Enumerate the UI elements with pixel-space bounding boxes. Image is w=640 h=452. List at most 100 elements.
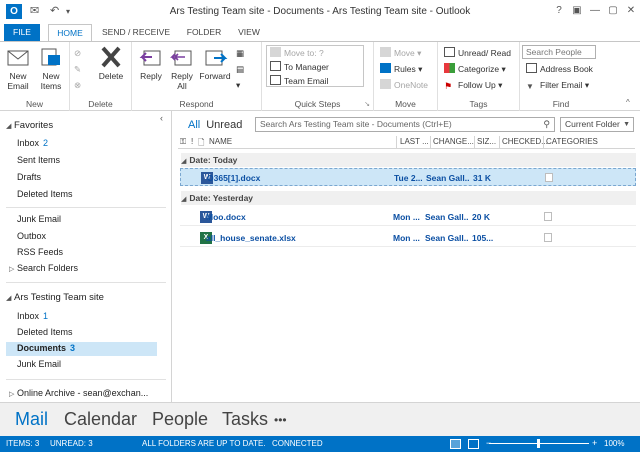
- group-label-quick-steps: Quick Steps: [294, 99, 341, 109]
- move-button[interactable]: Move ▾: [380, 46, 421, 60]
- table-row[interactable]: W Moo.docx Mon ... Sean Gall... 20 K: [180, 208, 636, 226]
- more-respond-icon[interactable]: ▾: [236, 78, 240, 92]
- column-icon-attachment[interactable]: 🗋: [198, 137, 204, 151]
- ignore-icon[interactable]: ⊘: [74, 46, 81, 60]
- new-email-button[interactable]: New Email: [3, 45, 33, 91]
- zoom-out-icon[interactable]: −: [486, 435, 491, 451]
- nav-site-junk-email[interactable]: Junk Email: [17, 357, 61, 372]
- nav-fav-drafts[interactable]: Drafts: [17, 170, 41, 185]
- group-header-today[interactable]: ◢ Date: Today: [181, 153, 636, 167]
- column-divider[interactable]: [430, 136, 431, 148]
- collapsed-triangle-icon: ▷: [9, 266, 15, 273]
- collapse-pane-icon[interactable]: ‹: [160, 113, 163, 123]
- search-icon[interactable]: ⚲: [543, 118, 550, 131]
- clean-up-icon[interactable]: ✎: [74, 62, 81, 76]
- delete-button[interactable]: Delete: [94, 45, 128, 81]
- nav-online-archive[interactable]: ▷ Online Archive - sean@exchan...: [9, 386, 148, 401]
- nav-search-folders[interactable]: ▷ Search Folders: [9, 261, 78, 276]
- maximize-button[interactable]: ▢: [604, 3, 622, 19]
- reply-all-button[interactable]: Reply All: [168, 45, 196, 91]
- reading-view-icon[interactable]: [468, 439, 479, 449]
- nav-divider: [6, 207, 166, 208]
- site-header[interactable]: ◢ Ars Testing Team site: [6, 290, 104, 305]
- forward-button[interactable]: Forward: [198, 45, 232, 81]
- table-row[interactable]: W O365[1].docx Tue 2... Sean Gall... 31 …: [180, 168, 636, 186]
- column-divider[interactable]: [543, 136, 544, 148]
- address-book-button[interactable]: Address Book: [526, 62, 593, 76]
- im-icon[interactable]: ▤: [236, 62, 244, 76]
- nav-fav-inbox[interactable]: Inbox 2: [17, 136, 48, 151]
- meeting-icon[interactable]: ▦: [236, 46, 244, 60]
- column-icon-importance[interactable]: ⚿: [180, 137, 186, 147]
- favorites-header[interactable]: ◢ Favorites: [6, 118, 53, 133]
- table-row[interactable]: X all_house_senate.xlsx Mon ... Sean Gal…: [180, 229, 636, 247]
- nav-people[interactable]: People: [152, 409, 208, 430]
- column-checked-out[interactable]: CHECKED...: [502, 137, 548, 146]
- junk-icon[interactable]: ⊗: [74, 78, 81, 92]
- search-people-input[interactable]: Search People: [522, 45, 596, 59]
- quickstep-move-to[interactable]: Move to: ?: [270, 46, 324, 60]
- nav-site-documents[interactable]: Documents 3: [17, 341, 75, 356]
- follow-up-button[interactable]: ⚑ Follow Up ▾: [444, 78, 502, 92]
- group-move: Move ▾ Rules ▾ OneNote Move: [374, 42, 438, 111]
- checked-out-checkbox[interactable]: [545, 173, 553, 182]
- nav-site-deleted-items[interactable]: Deleted Items: [17, 325, 73, 340]
- column-divider[interactable]: [396, 136, 397, 148]
- normal-view-icon[interactable]: [450, 439, 461, 449]
- filter-all[interactable]: All: [188, 119, 200, 131]
- tab-file[interactable]: FILE: [4, 24, 40, 41]
- column-divider[interactable]: [474, 136, 475, 148]
- column-changed-by[interactable]: CHANGE...: [433, 137, 474, 146]
- search-scope-dropdown[interactable]: Current Folder ▼: [560, 117, 634, 132]
- minimize-button[interactable]: —: [586, 3, 604, 19]
- group-label-find: Find: [552, 99, 570, 109]
- collapsed-triangle-icon: ▷: [9, 391, 15, 398]
- column-icon-exclamation[interactable]: !: [191, 137, 193, 146]
- rules-button[interactable]: Rules ▾: [380, 62, 422, 76]
- nav-outbox[interactable]: Outbox: [17, 229, 46, 244]
- nav-tasks[interactable]: Tasks: [222, 409, 268, 430]
- status-sync: ALL FOLDERS ARE UP TO DATE.: [142, 439, 266, 448]
- group-header-yesterday[interactable]: ◢ Date: Yesterday: [181, 191, 636, 205]
- nav-mail[interactable]: Mail: [15, 409, 48, 430]
- tab-view[interactable]: VIEW: [232, 24, 266, 41]
- column-size[interactable]: SIZ...: [477, 137, 496, 146]
- checked-out-checkbox[interactable]: [544, 233, 552, 242]
- tab-send-receive[interactable]: SEND / RECEIVE: [98, 24, 174, 41]
- checked-out-checkbox[interactable]: [544, 212, 552, 221]
- filter-email-button[interactable]: ▼ Filter Email ▾: [526, 78, 589, 92]
- onenote-button[interactable]: OneNote: [380, 78, 428, 92]
- zoom-in-icon[interactable]: +: [592, 435, 597, 451]
- tab-folder[interactable]: FOLDER: [182, 24, 226, 41]
- expand-triangle-icon: ◢: [6, 295, 12, 302]
- categorize-button[interactable]: Categorize ▾: [444, 62, 506, 76]
- ribbon-display-icon[interactable]: ▣: [568, 3, 586, 19]
- column-name[interactable]: NAME: [209, 137, 232, 146]
- chevron-down-icon: ▼: [623, 121, 630, 128]
- nav-divider: [6, 282, 166, 283]
- column-last-modified[interactable]: LAST ...: [400, 137, 429, 146]
- nav-junk-email[interactable]: Junk Email: [17, 212, 61, 227]
- nav-site-inbox[interactable]: Inbox 1: [17, 309, 48, 324]
- help-button[interactable]: ?: [550, 3, 568, 19]
- zoom-slider-handle[interactable]: [537, 439, 540, 448]
- nav-fav-deleted-items[interactable]: Deleted Items: [17, 187, 73, 202]
- reply-button[interactable]: Reply: [136, 45, 166, 81]
- filter-unread[interactable]: Unread: [206, 119, 242, 131]
- status-bar: ITEMS: 3 UNREAD: 3 ALL FOLDERS ARE UP TO…: [0, 436, 640, 452]
- nav-fav-sent-items[interactable]: Sent Items: [17, 153, 60, 168]
- nav-more-icon[interactable]: •••: [274, 413, 287, 427]
- nav-rss-feeds[interactable]: RSS Feeds: [17, 245, 63, 260]
- close-button[interactable]: ✕: [622, 3, 640, 19]
- collapse-ribbon-icon[interactable]: ^: [626, 98, 630, 107]
- unread-read-button[interactable]: Unread/ Read: [444, 46, 511, 60]
- nav-calendar[interactable]: Calendar: [64, 409, 137, 430]
- column-categories[interactable]: CATEGORIES: [546, 137, 598, 146]
- tab-home[interactable]: HOME: [48, 24, 92, 42]
- quickstep-team-email[interactable]: Team Email: [270, 74, 328, 88]
- new-items-button[interactable]: New Items: [35, 45, 67, 91]
- quickstep-to-manager[interactable]: To Manager: [270, 60, 329, 74]
- group-label-new: New: [25, 99, 43, 109]
- search-input[interactable]: Search Ars Testing Team site - Documents…: [255, 117, 555, 132]
- column-divider[interactable]: [499, 136, 500, 148]
